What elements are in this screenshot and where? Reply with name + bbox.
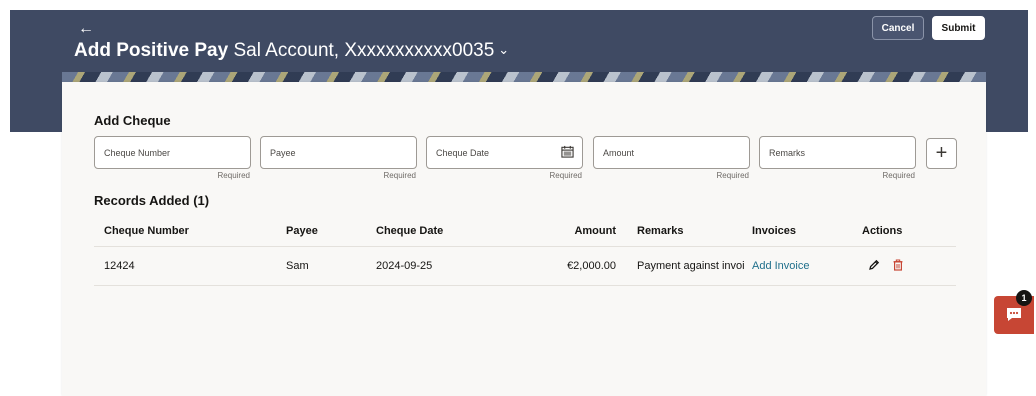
add-row-button[interactable]: + (926, 138, 957, 169)
plus-icon: + (935, 142, 948, 164)
amount-placeholder: Amount (603, 148, 635, 158)
col-payee: Payee (286, 225, 318, 237)
amount-input[interactable]: Amount (593, 136, 750, 169)
back-arrow-icon[interactable]: ← (78, 20, 94, 38)
calendar-icon[interactable] (561, 145, 574, 158)
cheque-number-required: Required (217, 171, 250, 180)
col-invoices: Invoices (752, 225, 797, 237)
add-invoice-link[interactable]: Add Invoice (752, 260, 809, 272)
cell-cheque-number: 12424 (104, 260, 135, 272)
chat-icon (1007, 308, 1021, 321)
cancel-button[interactable]: Cancel (872, 16, 924, 40)
edit-pencil-icon[interactable] (868, 259, 880, 271)
cell-amount: €2,000.00 (567, 260, 616, 272)
cell-cheque-date: 2024-09-25 (376, 260, 433, 272)
cheque-date-placeholder: Cheque Date (436, 148, 490, 158)
cheque-date-required: Required (549, 171, 582, 180)
col-amount: Amount (574, 225, 616, 237)
main-card (62, 82, 986, 396)
payee-input[interactable]: Payee (260, 136, 417, 169)
delete-trash-icon[interactable] (892, 259, 904, 271)
col-cheque-number: Cheque Number (104, 225, 189, 237)
submit-button[interactable]: Submit (932, 16, 985, 40)
cell-remarks: Payment against invoi (637, 260, 745, 272)
page-title[interactable]: Add Positive Pay Sal Account, Xxxxxxxxxx… (74, 40, 509, 62)
chat-badge: 1 (1016, 290, 1032, 306)
add-cheque-title: Add Cheque (94, 113, 171, 128)
col-actions: Actions (862, 225, 903, 237)
row-divider (94, 285, 956, 286)
amount-required: Required (716, 171, 749, 180)
payee-required: Required (383, 171, 416, 180)
header-pattern (62, 72, 986, 82)
remarks-required: Required (882, 171, 915, 180)
cheque-number-input[interactable]: Cheque Number (94, 136, 251, 169)
page-title-bold: Add Positive Pay (74, 40, 229, 61)
records-added-title: Records Added (1) (94, 193, 210, 208)
header-divider (94, 246, 956, 247)
col-remarks: Remarks (637, 225, 684, 237)
cheque-date-input[interactable]: Cheque Date (426, 136, 583, 169)
remarks-input[interactable]: Remarks (759, 136, 916, 169)
cell-payee: Sam (286, 260, 309, 272)
remarks-placeholder: Remarks (769, 148, 806, 158)
account-name: Sal Account, Xxxxxxxxxxx0035 (233, 40, 495, 61)
chevron-down-icon[interactable]: ⌄ (498, 42, 509, 57)
col-cheque-date: Cheque Date (376, 225, 444, 237)
payee-placeholder: Payee (270, 148, 296, 158)
cheque-number-placeholder: Cheque Number (104, 148, 171, 158)
